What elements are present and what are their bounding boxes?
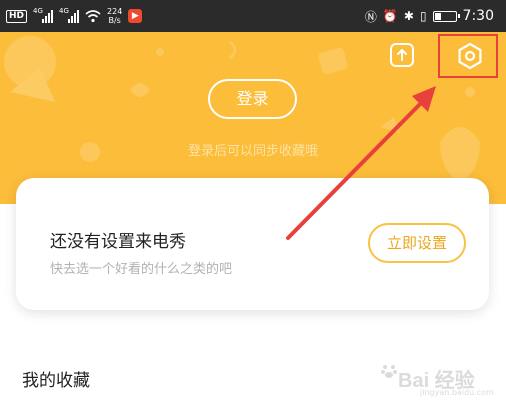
upload-button[interactable] bbox=[390, 43, 414, 67]
bluetooth-icon: ✱ bbox=[403, 9, 414, 23]
network-rate: 224 B/s bbox=[107, 7, 122, 25]
highlight-box bbox=[438, 34, 498, 78]
card-subtitle: 快去选一个好看的什么之类的吧 bbox=[50, 262, 233, 277]
set-now-button[interactable]: 立即设置 bbox=[368, 223, 466, 263]
nfc-icon: Ⓝ bbox=[364, 9, 377, 24]
app-notification-icon: ▶ bbox=[128, 9, 143, 23]
watermark-url: jingyan.baidu.com bbox=[420, 388, 494, 397]
status-bar: HD 4G 4G 224 B/s ▶ Ⓝ ⏰ ✱ ▯ 7:30 bbox=[0, 0, 506, 32]
status-bar-right: Ⓝ ⏰ ✱ ▯ 7:30 bbox=[365, 6, 494, 26]
hd-badge: HD bbox=[6, 9, 28, 23]
login-hint: 登录后可以同步收藏哦 bbox=[187, 144, 318, 159]
login-button[interactable]: 登录 bbox=[208, 79, 297, 119]
upload-icon bbox=[397, 49, 407, 61]
network-rate-value: 224 bbox=[107, 7, 123, 16]
vibrate-icon: ▯ bbox=[419, 9, 427, 23]
signal-type-label-2: 4G bbox=[59, 7, 69, 15]
battery-icon bbox=[432, 10, 460, 22]
caller-show-card: 还没有设置来电秀 快去选一个好看的什么之类的吧 立即设置 bbox=[16, 178, 489, 310]
baidu-watermark: Bai 经验 jingyan.baidu.com bbox=[380, 352, 504, 402]
wifi-icon bbox=[85, 10, 101, 23]
signal-icon-2: 4G bbox=[59, 7, 80, 23]
network-rate-unit: B/s bbox=[108, 16, 121, 25]
signal-type-label: 4G bbox=[33, 7, 43, 15]
card-title: 还没有设置来电秀 bbox=[50, 232, 186, 252]
alarm-icon: ⏰ bbox=[382, 9, 398, 23]
status-bar-left: HD 4G 4G 224 B/s ▶ bbox=[6, 5, 143, 27]
battery-level bbox=[434, 12, 441, 20]
paw-logo-icon bbox=[381, 365, 397, 378]
favorites-title: 我的收藏 bbox=[22, 371, 90, 391]
signal-icon: 4G bbox=[33, 7, 54, 23]
status-time: 7:30 bbox=[462, 8, 494, 24]
